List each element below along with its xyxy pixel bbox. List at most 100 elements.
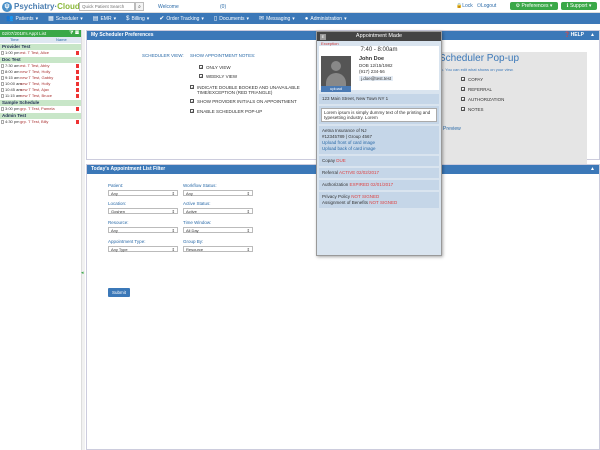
exception-icon: E — [320, 34, 326, 40]
time-window-select[interactable]: All Day⇕ — [183, 227, 253, 233]
show-notes-label: SHOW APPOINTMENT NOTES: — [190, 53, 255, 58]
nav-administration[interactable]: ●Administration▾ — [305, 16, 347, 22]
preview-link[interactable]: Preview — [443, 126, 461, 132]
help-button[interactable]: ❓HELP — [564, 31, 584, 40]
support-button[interactable]: ℹ Support ▾ — [561, 2, 597, 10]
appt-flag-icon — [1, 88, 4, 92]
nav-order-tracking[interactable]: ✔Order Tracking▾ — [159, 16, 204, 22]
collapse-icon[interactable]: ▲ — [590, 165, 595, 174]
appt-list-item[interactable]: 4:30 pm grp. T Test, Billy — [0, 119, 81, 125]
chevron-down-icon: ⇕ — [247, 209, 250, 214]
filter-icon[interactable]: ⧩ — [69, 30, 73, 36]
checkbox[interactable]: ✓ — [199, 65, 203, 69]
appt-time: 3:00 pm — [5, 106, 19, 112]
nav-patients[interactable]: 👥Patients▾ — [6, 16, 38, 22]
logo-text: Psychiatry — [14, 2, 54, 11]
checkbox[interactable]: ✓ — [461, 107, 465, 111]
emr-icon: ▤ — [93, 16, 99, 22]
referral-row: Referral ACTIVE 02/02/2017 — [319, 168, 439, 178]
active-status-label: Active Status: — [183, 201, 211, 206]
appt-name: new T Test, Ajax — [20, 87, 49, 92]
insurance-section: Aetna Insurance of NJ #12345789 | Group … — [319, 126, 439, 154]
appt-name: new T Test, Bruce — [20, 93, 52, 98]
checkbox[interactable]: ✓ — [199, 74, 203, 78]
collapse-sidebar-icon[interactable]: ◂ — [81, 270, 84, 276]
location-label: Location: — [108, 201, 126, 206]
appt-list-item[interactable]: 11:15 am new T Test, Bruce — [0, 93, 81, 99]
appt-list-item[interactable]: 1:00 pm est. T Test, Alice — [0, 50, 81, 56]
active-status-select[interactable]: Active⇕ — [183, 208, 253, 214]
chevron-down-icon: ⇕ — [172, 191, 175, 196]
info-icon: ℹ — [567, 3, 569, 9]
message-count[interactable]: (0) — [220, 4, 226, 10]
lock-button[interactable]: 🔒Lock — [456, 3, 473, 9]
checkbox[interactable]: ✓ — [190, 99, 194, 103]
appointment-time: 7:40 - 8:00am — [319, 46, 439, 54]
weekly-view-option[interactable]: ✓WEEKLY VIEW — [199, 74, 237, 79]
upload-back-link[interactable]: Upload back of card image — [322, 146, 436, 152]
appt-name: grp. T Test, Pamela — [20, 106, 54, 111]
chevron-down-icon: ⇕ — [172, 209, 175, 214]
appt-list-sidebar: 02/07/2018's Appt List ⧩ ▦ Time Name Pro… — [0, 30, 81, 450]
referral-option[interactable]: ✓REFERRAL — [461, 87, 492, 92]
calendar-icon[interactable]: ▦ — [75, 30, 79, 36]
chevron-down-icon: ⇕ — [172, 228, 175, 233]
logout-button[interactable]: ⏻Logout — [477, 3, 496, 9]
logo-text-cloud: Cloud — [57, 2, 80, 11]
appt-name: est. T Test, Abby — [20, 63, 49, 68]
appt-type-select[interactable]: Any Type⇕ — [108, 246, 178, 252]
main-nav: 👥Patients▾ ▦Scheduler▾ ▤EMR▾ $Billing▾ ✔… — [0, 13, 600, 24]
initials-option[interactable]: ✓SHOW PROVIDER INITIALS ON APPOINTMENT — [190, 99, 297, 104]
location-select[interactable]: Goshen⇕ — [108, 208, 178, 214]
group-by-select[interactable]: Resource⇕ — [183, 246, 253, 252]
sidebar-divider[interactable] — [81, 30, 85, 450]
nav-emr[interactable]: ▤EMR▾ — [93, 16, 116, 22]
enable-popup-option[interactable]: ✓ENABLE SCHEDULER POP-UP — [190, 109, 262, 114]
nav-scheduler[interactable]: ▦Scheduler▾ — [48, 16, 83, 22]
upload-photo-button[interactable]: upload — [321, 86, 351, 92]
checkbox[interactable]: ✓ — [461, 87, 465, 91]
notes-option[interactable]: ✓NOTES — [461, 107, 484, 112]
nav-documents[interactable]: ▯Documents▾ — [214, 16, 249, 22]
indicate-option[interactable]: ✓INDICATE DOUBLE BOOKED AND UNAVAILABLE … — [190, 85, 318, 95]
patient-email[interactable]: j.doe@test.test — [359, 76, 393, 81]
check-icon: ✔ — [159, 16, 164, 22]
status-icon — [76, 70, 79, 74]
patient-dob: DOB 12/15/1982 — [359, 63, 393, 68]
appt-flag-icon — [1, 107, 4, 111]
appt-list-columns: Time Name — [0, 37, 81, 43]
privacy-status: NOT SIGNED — [351, 194, 379, 199]
nav-billing[interactable]: $Billing▾ — [126, 16, 149, 22]
preferences-button[interactable]: ⚙ Preferences ▾ — [510, 2, 558, 10]
checkbox[interactable]: ✓ — [190, 109, 194, 113]
collapse-icon[interactable]: ▲ — [590, 31, 595, 40]
checkbox[interactable]: ✓ — [190, 85, 194, 89]
dollar-icon: $ — [126, 16, 129, 22]
checkbox[interactable]: ✓ — [461, 77, 465, 81]
authorization-option[interactable]: ✓AUTHORIZATION — [461, 97, 504, 102]
resource-select[interactable]: Any⇕ — [108, 227, 178, 233]
document-icon: ▯ — [214, 16, 217, 22]
popup-preview-subtitle: ck. You can edit what shows on your view… — [439, 67, 514, 72]
logo[interactable]: ψ Psychiatry·Cloud — [2, 1, 80, 12]
search-button[interactable]: ⌕ — [135, 2, 144, 11]
workflow-select[interactable]: Any⇕ — [183, 190, 253, 196]
submit-button[interactable]: Submit — [108, 288, 130, 297]
appt-flag-icon — [1, 64, 4, 68]
appt-name: grp. T Test, Billy — [20, 119, 48, 124]
checkbox[interactable]: ✓ — [461, 97, 465, 101]
patient-search-input[interactable] — [79, 2, 135, 11]
appt-flag-icon — [1, 94, 4, 98]
copay-option[interactable]: ✓COPAY — [461, 77, 483, 82]
appt-flag-icon — [1, 51, 4, 55]
nav-messaging[interactable]: ✉Messaging▾ — [259, 16, 295, 22]
chevron-down-icon: ⇕ — [247, 191, 250, 196]
status-icon — [76, 51, 79, 55]
appt-list-item[interactable]: 3:00 pm grp. T Test, Pamela — [0, 106, 81, 112]
status-icon — [76, 82, 79, 86]
only-view-option[interactable]: ✓ONLY VIEW — [199, 65, 231, 70]
users-icon: 👥 — [6, 16, 13, 22]
user-icon: ● — [305, 16, 309, 22]
calendar-icon: ▦ — [48, 16, 54, 22]
patient-select[interactable]: Any⇕ — [108, 190, 178, 196]
